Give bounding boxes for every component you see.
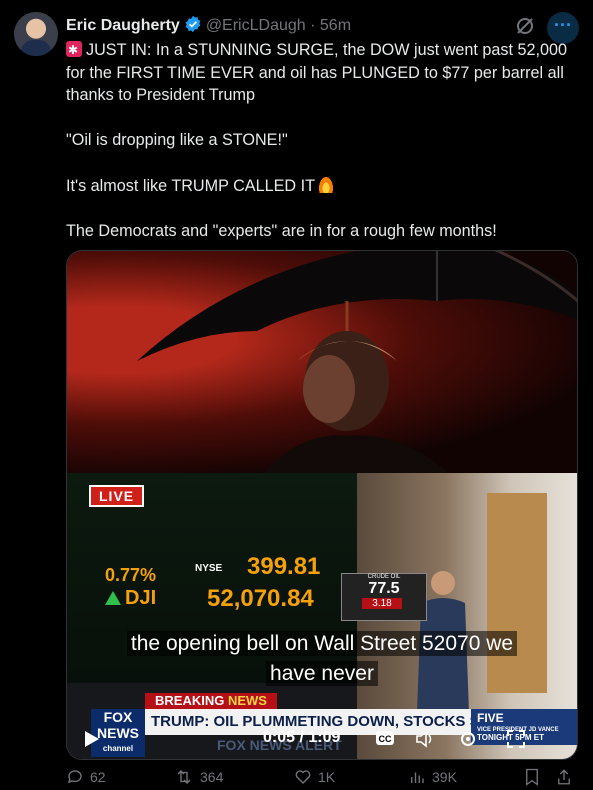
tweet-text: JUST IN: In a STUNNING SURGE, the DOW ju… [66, 39, 576, 242]
tweet-header: Eric Daugherty @EricLDaugh · 56m [66, 15, 573, 37]
video-controls: 0:05 / 1:09 CC [67, 725, 577, 753]
share-button[interactable] [556, 768, 572, 786]
dji-label: DJI [125, 587, 157, 609]
fox-logo-top: FOX [103, 709, 133, 725]
repost-icon [177, 770, 191, 784]
subtitle-line-1: the opening bell on Wall Street 52070 we [126, 631, 518, 656]
reply-icon [67, 770, 82, 784]
views-icon [411, 772, 424, 783]
settings-icon[interactable] [459, 730, 477, 753]
reply-count: 62 [90, 769, 106, 785]
tweet-actions: 62 364 1K 39K [66, 768, 576, 790]
media-container[interactable]: LIVE 0.77% NYSE 399.81 DJI 52,070.84 CRU… [66, 250, 578, 760]
pct-change: 0.77% [105, 565, 157, 585]
dji-value: 52,070.84 [207, 585, 314, 612]
more-icon: ··· [554, 15, 572, 35]
tweet-line-1: JUST IN: In a STUNNING SURGE, the DOW ju… [66, 41, 567, 105]
bookmark-icon [526, 768, 538, 786]
siren-emoji-icon [66, 39, 82, 62]
svg-text:CC: CC [379, 734, 392, 744]
video-subtitles: the opening bell on Wall Street 52070 we… [67, 629, 577, 689]
breaking-left: BREAKING [155, 693, 228, 708]
breaking-right: NEWS [227, 693, 267, 708]
tweet-line-4: The Democrats and "experts" are in for a… [66, 221, 497, 240]
avatar[interactable] [14, 12, 58, 56]
trump-umbrella-photo[interactable] [67, 251, 577, 481]
volume-icon[interactable] [415, 730, 435, 753]
nyse-label: NYSE [195, 563, 223, 574]
share-icon [558, 769, 570, 785]
tweet-line-3: It's almost like TRUMP CALLED IT [66, 176, 315, 195]
nyse-value: 399.81 [247, 553, 321, 580]
tweet-time[interactable]: 56m [320, 17, 351, 34]
fullscreen-icon[interactable] [507, 730, 525, 753]
separator: · [310, 17, 316, 34]
person-silhouette [257, 331, 457, 481]
oil-change: 3.18 [362, 598, 402, 609]
play-icon[interactable] [85, 731, 99, 752]
video-time: 0:05 / 1:09 [263, 729, 341, 746]
live-badge: LIVE [89, 485, 145, 507]
views-count: 39K [432, 769, 457, 785]
breaking-news-tag: BREAKING NEWS [145, 693, 277, 709]
heart-icon [295, 770, 311, 784]
like-button[interactable]: 1K [294, 768, 335, 786]
tweet-line-2: "Oil is dropping like a STONE!" [66, 131, 288, 150]
cc-icon[interactable]: CC [375, 730, 395, 751]
verified-badge-icon [184, 15, 202, 40]
fire-emoji-icon [318, 176, 333, 193]
oil-price-card: CRUDE OIL 77.5 3.18 [341, 573, 427, 621]
like-count: 1K [318, 769, 336, 785]
repost-button[interactable]: 364 [174, 768, 223, 786]
repost-count: 364 [200, 769, 224, 785]
bookmark-button[interactable] [524, 768, 540, 786]
grok-icon[interactable] [515, 16, 535, 41]
author-handle[interactable]: @EricLDaugh [206, 17, 306, 34]
author-name[interactable]: Eric Daugherty [66, 17, 180, 34]
oil-value: 77.5 [368, 580, 400, 597]
reply-button[interactable]: 62 [66, 768, 106, 786]
subtitle-line-2: have never [266, 661, 378, 686]
up-arrow-icon [105, 591, 121, 605]
views-button[interactable]: 39K [408, 768, 457, 786]
